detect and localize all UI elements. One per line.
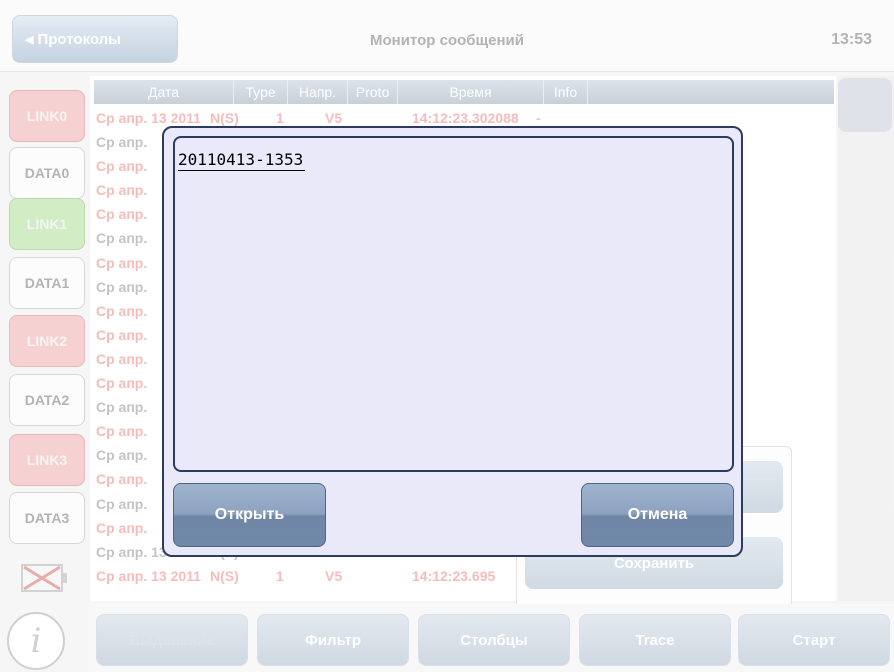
file-list[interactable]: 20110413-1353: [173, 136, 734, 472]
open-button[interactable]: Открыть: [173, 483, 326, 547]
cancel-button[interactable]: Отмена: [581, 483, 734, 547]
file-list-item[interactable]: 20110413-1353: [178, 150, 306, 171]
open-file-dialog: 20110413-1353 Открыть Отмена: [162, 126, 743, 557]
